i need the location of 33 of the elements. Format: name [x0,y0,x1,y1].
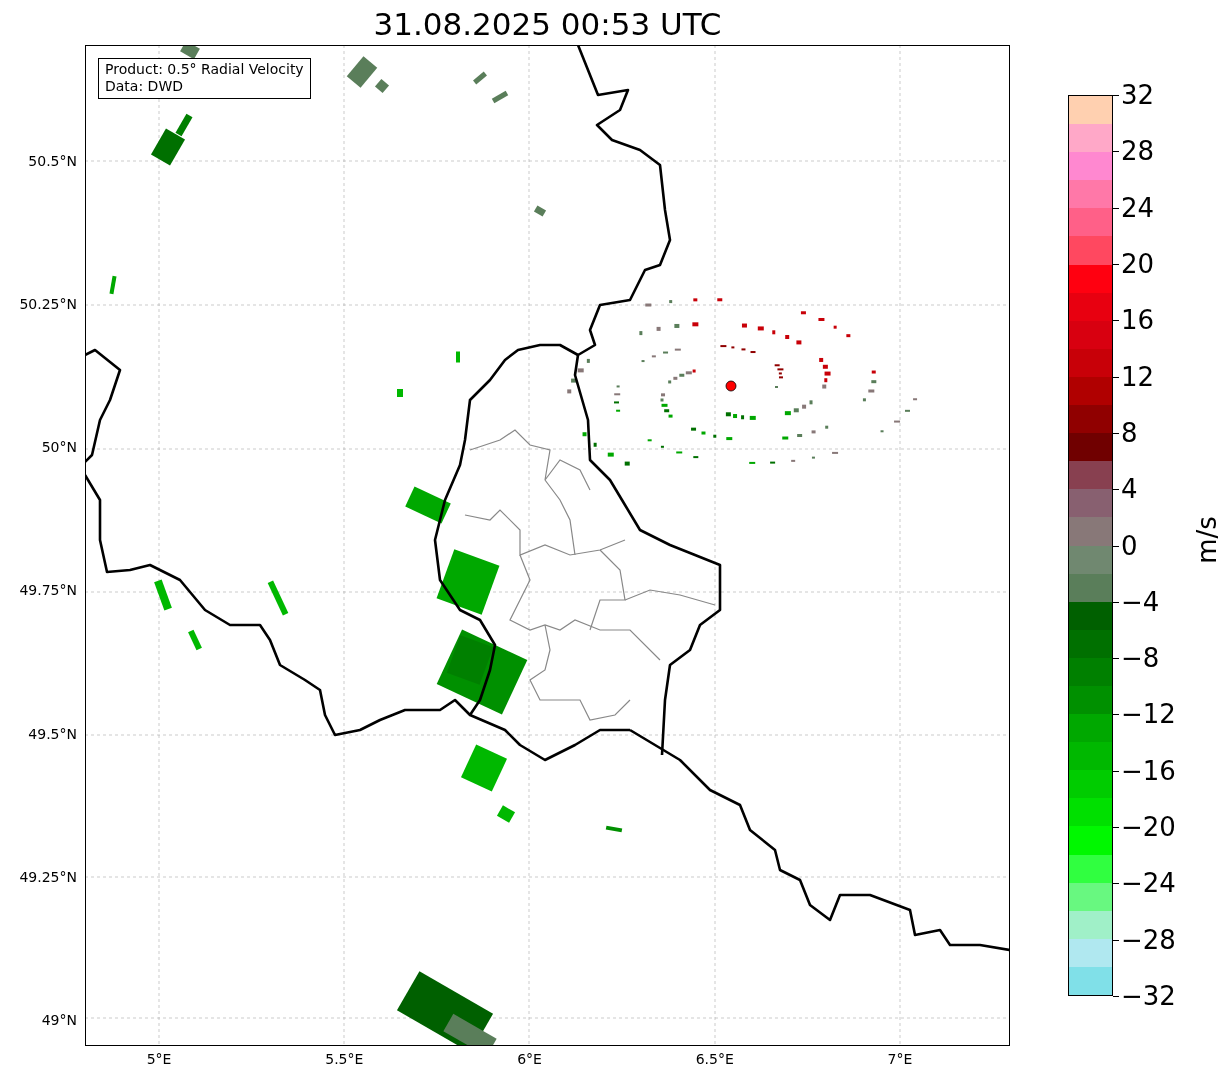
colorbar-tick-label: 32 [1121,82,1155,108]
colorbar-tick-label: −4 [1121,588,1160,615]
longitude-label: 7°E [887,1051,913,1067]
longitude-label: 5.5°E [325,1051,364,1067]
colorbar-tick-label: 20 [1121,250,1155,277]
chart-title: 31.08.2025 00:53 UTC [373,9,722,44]
colorbar-tick-label: 8 [1121,419,1138,446]
colorbar-tick-label: −32 [1121,983,1176,1009]
colorbar-tick-label: 0 [1121,532,1138,559]
latitude-label: 50°N [41,439,77,456]
colorbar-tick-label: −12 [1121,701,1176,728]
latitude-label: 50.5°N [28,152,77,169]
colorbar-tick-label: −20 [1121,814,1176,841]
info-text: Product: 0.5° Radial Velocity [105,61,304,78]
latitude-label: 50.25°N [19,296,77,312]
latitude-label: 49.75°N [19,582,77,599]
colorbar-tick-label: −24 [1121,870,1176,897]
colorbar-unit-label: m/s [1191,516,1222,564]
colorbar-tick-label: −8 [1121,645,1160,672]
latitude-label: 49°N [41,1012,77,1029]
colorbar-tick-label: 16 [1121,307,1155,334]
colorbar-tick-label: 12 [1121,363,1155,390]
latitude-label: 49.5°N [28,725,77,742]
latitude-label: 49.25°N [19,868,77,885]
longitude-label: 6°E [517,1051,542,1067]
colorbar-tick-label: 24 [1121,194,1155,221]
longitude-label: 6.5°E [695,1051,734,1067]
colorbar-tick-label: 4 [1121,476,1138,503]
longitude-label: 5°E [146,1051,172,1067]
colorbar-tick-label: 28 [1121,138,1155,165]
colorbar-tick-label: −16 [1121,757,1176,784]
colorbar-tick-label: −28 [1121,926,1176,953]
info-text: Data: DWD [105,78,184,95]
